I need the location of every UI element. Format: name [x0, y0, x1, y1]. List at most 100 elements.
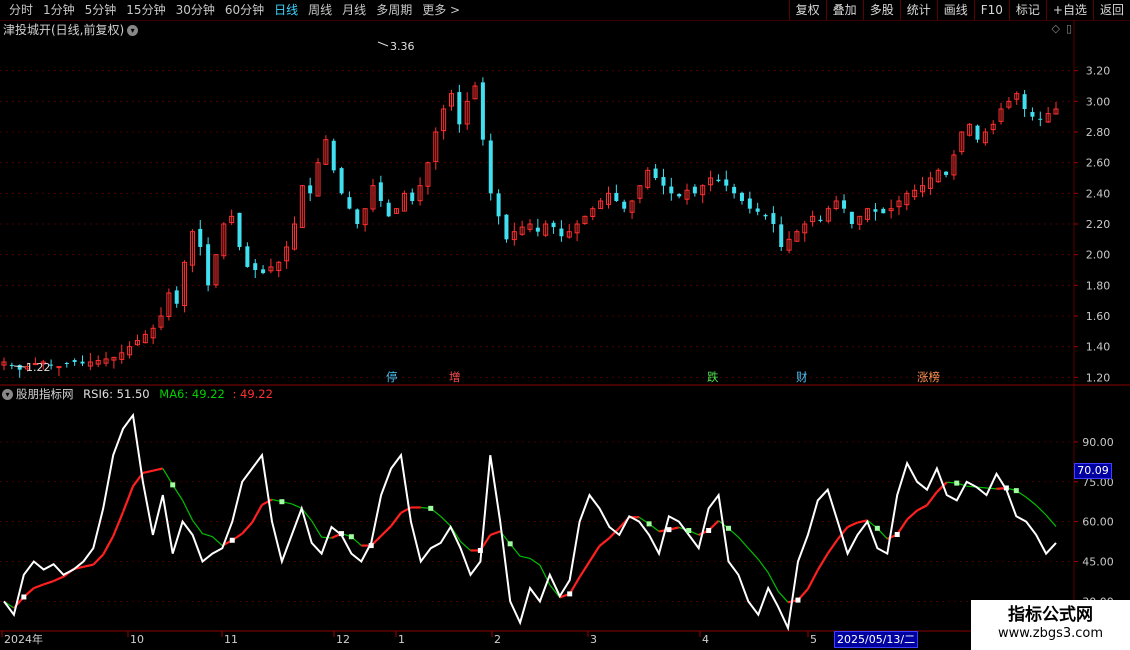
- ma6-rising-segment: [43, 579, 54, 586]
- ma-turn-marker: [229, 537, 235, 543]
- candle-down: [677, 194, 682, 197]
- ma6-falling-segment: [737, 536, 749, 549]
- candle-down: [551, 222, 556, 228]
- ma6-falling-segment: [519, 555, 531, 560]
- candle-down: [1038, 118, 1043, 120]
- candle-down: [410, 192, 415, 201]
- ma6-falling-segment: [1035, 504, 1047, 516]
- price-tick-label: 2.40: [1086, 187, 1111, 200]
- candle-down: [559, 228, 564, 237]
- ma6-rising-segment: [816, 552, 829, 571]
- ma6-falling-segment: [747, 547, 759, 560]
- candle-down: [488, 140, 493, 194]
- candle-down: [206, 244, 211, 286]
- candle-down: [944, 171, 949, 175]
- time-tick-label: 10: [130, 633, 144, 646]
- candle-down: [331, 140, 336, 171]
- candle-down: [1030, 112, 1035, 117]
- ma-turn-marker: [348, 534, 354, 540]
- candle-down: [17, 365, 22, 370]
- ma-turn-marker: [567, 591, 573, 597]
- ma-turn-marker: [646, 521, 652, 527]
- candle-down: [355, 209, 360, 224]
- candle-down: [747, 198, 752, 209]
- candle-down: [386, 202, 391, 217]
- low-price-label: 1.22: [26, 361, 51, 374]
- candle-down: [1022, 94, 1027, 109]
- ma6-falling-segment: [182, 500, 194, 521]
- ma6-rising-segment: [102, 535, 115, 555]
- time-tick-label: 12: [336, 633, 350, 646]
- ma6-rising-segment: [92, 553, 105, 566]
- ma6-falling-segment: [192, 519, 203, 534]
- price-tick-label: 2.60: [1086, 157, 1111, 170]
- candle-down: [80, 361, 85, 364]
- ma-turn-marker: [21, 594, 27, 600]
- candle-down: [881, 208, 886, 214]
- ma-turn-marker: [894, 531, 900, 537]
- ma-turn-marker: [338, 531, 344, 537]
- ma6-rising-segment: [916, 504, 928, 512]
- ma6-falling-segment: [986, 487, 997, 490]
- event-tag-finance[interactable]: 财: [795, 370, 809, 384]
- time-tick-label: 4: [702, 633, 709, 646]
- ma-turn-marker: [725, 525, 731, 531]
- price-tick-label: 1.60: [1086, 310, 1111, 323]
- candle-down: [198, 228, 203, 247]
- price-tick-label: 2.20: [1086, 218, 1111, 231]
- candle-down: [842, 200, 847, 209]
- indicator-name: 股朋指标网: [16, 387, 74, 401]
- ma-turn-marker: [279, 499, 285, 505]
- ma-turn-marker: [666, 527, 672, 533]
- event-tag-rise-list[interactable]: 涨榜: [916, 370, 941, 384]
- ma6-falling-segment: [1045, 514, 1057, 527]
- ma6-rising-segment: [588, 545, 601, 563]
- ma6-rising-segment: [251, 504, 263, 524]
- candle-down: [849, 211, 854, 224]
- time-tick-label: 11: [224, 633, 238, 646]
- ma-turn-marker: [795, 597, 801, 603]
- ma6-value: MA6: 49.22: [159, 387, 225, 401]
- candle-down: [622, 201, 627, 209]
- candle-down: [771, 213, 776, 224]
- ma6-rising-segment: [598, 537, 611, 547]
- candle-down: [245, 246, 250, 267]
- watermark-url: www.zbgs3.com: [997, 626, 1104, 641]
- ma6-rising-segment: [53, 575, 64, 583]
- ma6-falling-segment: [212, 536, 223, 547]
- ma-turn-marker: [477, 547, 483, 553]
- price-tick-label: 1.40: [1086, 341, 1111, 354]
- ma-turn-marker: [1003, 485, 1009, 491]
- candle-down: [669, 186, 674, 194]
- candle-down: [72, 360, 77, 362]
- candle-down: [237, 212, 242, 247]
- candle-down: [64, 362, 69, 364]
- price-tick-label: 2.00: [1086, 249, 1111, 262]
- extra-value: : 49.22: [232, 387, 273, 401]
- ma-turn-marker: [954, 480, 960, 486]
- ma6-rising-segment: [568, 576, 581, 595]
- event-tag-increase[interactable]: 增: [448, 370, 462, 384]
- ma6-rising-segment: [122, 485, 135, 513]
- candle-down: [504, 214, 509, 240]
- low-pointer: [13, 365, 26, 368]
- current-value-badge: 70.09: [1074, 463, 1112, 479]
- candle-down: [614, 192, 619, 201]
- time-tick-label: 2: [494, 633, 501, 646]
- chevron-down-icon[interactable]: ▾: [2, 389, 13, 400]
- price-tick-label: 1.80: [1086, 279, 1111, 292]
- candle-down: [975, 125, 980, 140]
- candle-down: [763, 214, 768, 217]
- ma-turn-marker: [1013, 488, 1019, 494]
- candle-down: [253, 263, 258, 270]
- chart-canvas[interactable]: 3.20 3.00 2.80 2.60 2.40 2.20 2.00 1.80 1.60 1.40…: [0, 0, 1130, 650]
- ma6-falling-segment: [291, 503, 302, 509]
- event-tag-fall[interactable]: 跌: [706, 370, 720, 384]
- ma6-falling-segment: [311, 520, 323, 538]
- ma-turn-marker: [368, 543, 374, 549]
- candle-down: [339, 168, 344, 194]
- event-tag-suspend[interactable]: 停: [385, 370, 399, 384]
- time-tick-label: 2024年: [4, 632, 43, 646]
- candle-down: [378, 182, 383, 201]
- ma-turn-marker: [686, 528, 692, 534]
